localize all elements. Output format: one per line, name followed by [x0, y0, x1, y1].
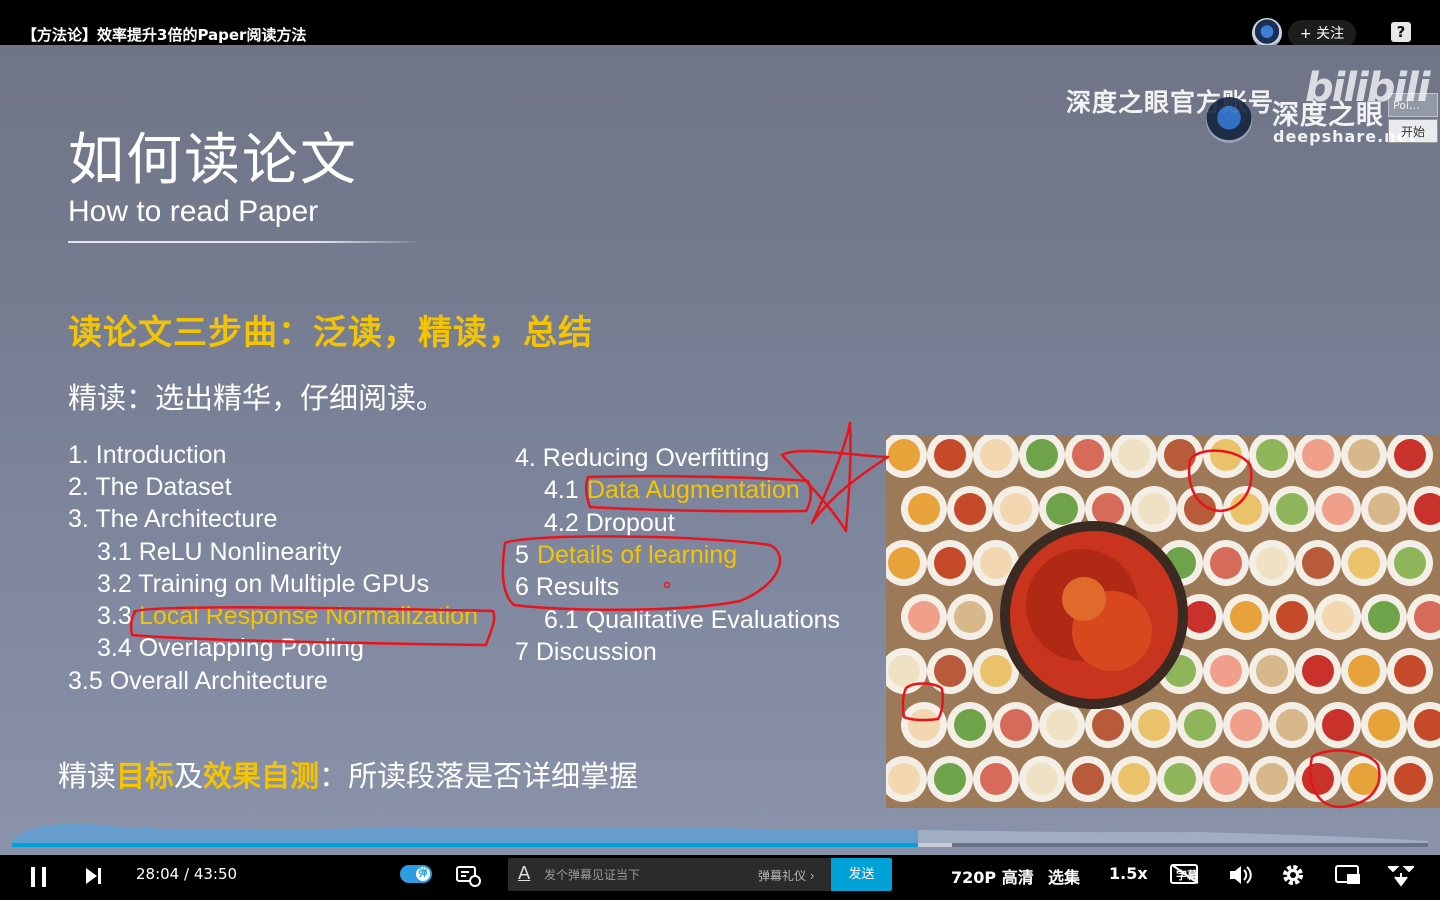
speed-button[interactable]: 1.5x [1109, 864, 1148, 883]
time-display: 28:04 / 43:50 [136, 865, 238, 883]
player-controls: 28:04 / 43:50 弹 A 弹幕礼仪 › 发送 720P 高清 选集 1… [0, 855, 1440, 900]
picture-in-picture-icon[interactable] [1335, 864, 1361, 886]
waveform-remaining [918, 830, 1428, 845]
video-frame[interactable]: 如何读论文 How to read Paper 读论文三步曲：泛读，精读，总结 … [0, 45, 1440, 855]
episodes-button[interactable]: 选集 [1048, 864, 1080, 888]
fullscreen-icon[interactable] [1388, 863, 1414, 887]
progress-waveform[interactable] [0, 805, 1440, 855]
top-bar: 【方法论】效率提升3倍的Paper阅读方法 + 关注 ? [0, 0, 1440, 48]
pen-annotations [129, 421, 1381, 809]
annotation-circle-plate-bottom [1309, 749, 1381, 809]
pause-icon[interactable] [30, 867, 48, 887]
subtitle-icon[interactable]: 字幕 [1170, 863, 1200, 885]
annotation-circle-plate-top [1187, 449, 1253, 513]
danmaku-etiquette-link[interactable]: 弹幕礼仪 › [758, 867, 815, 884]
annotation-star [780, 421, 890, 533]
help-icon[interactable]: ? [1391, 22, 1411, 42]
progress-fill [12, 843, 920, 847]
annotation-dot [663, 581, 671, 589]
buffer-fill [918, 843, 952, 847]
settings-gear-icon[interactable] [1281, 863, 1305, 887]
subtitle-icon-label: 字幕 [1176, 869, 1198, 882]
next-icon[interactable] [85, 867, 103, 885]
danmaku-toggle-label: 弹 [416, 867, 430, 881]
uploader-avatar[interactable] [1252, 18, 1282, 48]
danmaku-input[interactable] [544, 858, 744, 891]
quality-button[interactable]: 720P 高清 [951, 864, 1034, 888]
send-danmaku-button[interactable]: 发送 [831, 858, 892, 891]
annotation-circle-details [501, 535, 782, 611]
danmaku-input-box: A 弹幕礼仪 › [508, 858, 831, 891]
follow-button[interactable]: + 关注 [1288, 20, 1356, 48]
annotation-box-plate-left [901, 682, 945, 722]
danmaku-style-icon[interactable]: A [518, 863, 530, 884]
annotation-box-lrn [129, 606, 496, 647]
danmaku-toggle[interactable]: 弹 [400, 865, 432, 883]
danmaku-settings-icon[interactable] [456, 865, 482, 887]
volume-icon[interactable] [1228, 864, 1252, 886]
video-title: 【方法论】效率提升3倍的Paper阅读方法 [22, 26, 307, 44]
annotation-box-data-aug [585, 474, 812, 513]
